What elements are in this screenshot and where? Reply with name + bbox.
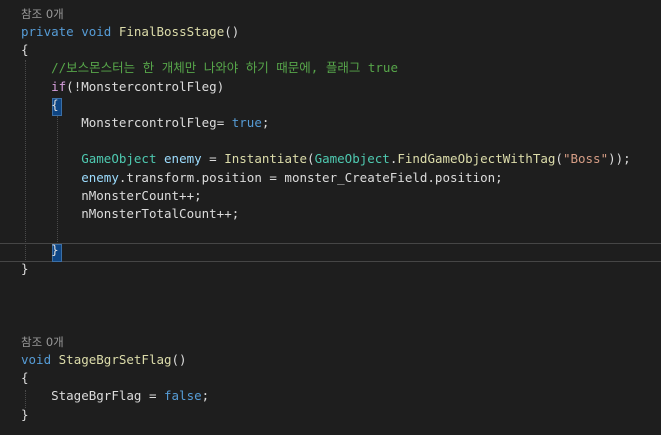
code-token: "Boss" bbox=[562, 151, 609, 166]
code-line[interactable]: private void FinalBossStage() bbox=[21, 23, 239, 41]
current-line-highlight bbox=[0, 243, 661, 262]
code-token: GameObject bbox=[81, 151, 157, 166]
code-line[interactable]: MonstercontrolFleg= true; bbox=[21, 114, 269, 132]
code-token: false bbox=[164, 388, 202, 403]
code-editor[interactable]: 참조 0개 private void FinalBossStage(){ //보… bbox=[0, 0, 661, 435]
code-token: void bbox=[21, 352, 52, 367]
code-line[interactable]: } bbox=[21, 260, 29, 278]
code-token: if bbox=[51, 79, 67, 94]
code-line[interactable]: StageBgrFlag = false; bbox=[21, 387, 209, 405]
code-line[interactable]: { bbox=[21, 96, 59, 114]
code-token: { bbox=[51, 97, 59, 112]
code-token: () bbox=[171, 352, 187, 367]
code-token: MonstercontrolFleg bbox=[81, 79, 217, 94]
code-token: void bbox=[81, 24, 112, 39]
code-line[interactable]: void StageBgrSetFlag() bbox=[21, 351, 187, 369]
code-token: ; bbox=[201, 388, 210, 403]
code-token: enemy bbox=[81, 170, 119, 185]
code-token: ; bbox=[261, 115, 270, 130]
code-token: //보스몬스터는 한 개체만 나와야 하기 때문에, 플래그 true bbox=[51, 60, 398, 75]
codelens-references[interactable]: 참조 0개 bbox=[21, 333, 64, 351]
code-line[interactable]: enemy.transform.position = monster_Creat… bbox=[21, 169, 503, 187]
code-token: StageBgrFlag = bbox=[51, 388, 164, 403]
code-token: FinalBossStage bbox=[118, 24, 225, 39]
code-token: } bbox=[21, 261, 29, 276]
code-token: )); bbox=[608, 151, 631, 166]
code-token: { bbox=[21, 42, 29, 57]
code-token: nMonsterTotalCount++; bbox=[81, 206, 240, 221]
code-line[interactable]: } bbox=[21, 241, 59, 259]
code-token: ( bbox=[307, 151, 315, 166]
code-token: Instantiate bbox=[224, 151, 308, 166]
code-token: { bbox=[21, 370, 29, 385]
code-token: = bbox=[201, 151, 225, 166]
code-token: } bbox=[21, 407, 29, 422]
code-line[interactable]: nMonsterTotalCount++; bbox=[21, 205, 239, 223]
code-token: } bbox=[51, 242, 59, 257]
code-line[interactable]: GameObject enemy = Instantiate(GameObjec… bbox=[21, 150, 631, 168]
code-token: ( bbox=[555, 151, 563, 166]
code-token: FindGameObjectWithTag bbox=[397, 151, 556, 166]
code-token: nMonsterCount++; bbox=[81, 188, 202, 203]
code-token: (! bbox=[66, 79, 82, 94]
code-token: true bbox=[231, 115, 262, 130]
code-line[interactable]: nMonsterCount++; bbox=[21, 187, 202, 205]
code-token: enemy bbox=[164, 151, 202, 166]
code-line[interactable]: { bbox=[21, 369, 29, 387]
code-token: GameObject bbox=[314, 151, 390, 166]
code-line[interactable]: //보스몬스터는 한 개체만 나와야 하기 때문에, 플래그 true bbox=[21, 59, 398, 77]
code-token: ) bbox=[216, 79, 225, 94]
codelens-references[interactable]: 참조 0개 bbox=[21, 5, 64, 23]
code-token: MonstercontrolFleg bbox=[81, 115, 217, 130]
code-token: StageBgrSetFlag bbox=[58, 352, 172, 367]
code-token: .transform.position = monster_CreateFiel… bbox=[118, 170, 503, 185]
code-token: private bbox=[21, 24, 74, 39]
code-token: = bbox=[216, 115, 232, 130]
code-token: () bbox=[224, 24, 240, 39]
code-line[interactable]: if(!MonstercontrolFleg) bbox=[21, 78, 224, 96]
code-line[interactable]: } bbox=[21, 406, 29, 424]
code-line[interactable]: { bbox=[21, 41, 29, 59]
